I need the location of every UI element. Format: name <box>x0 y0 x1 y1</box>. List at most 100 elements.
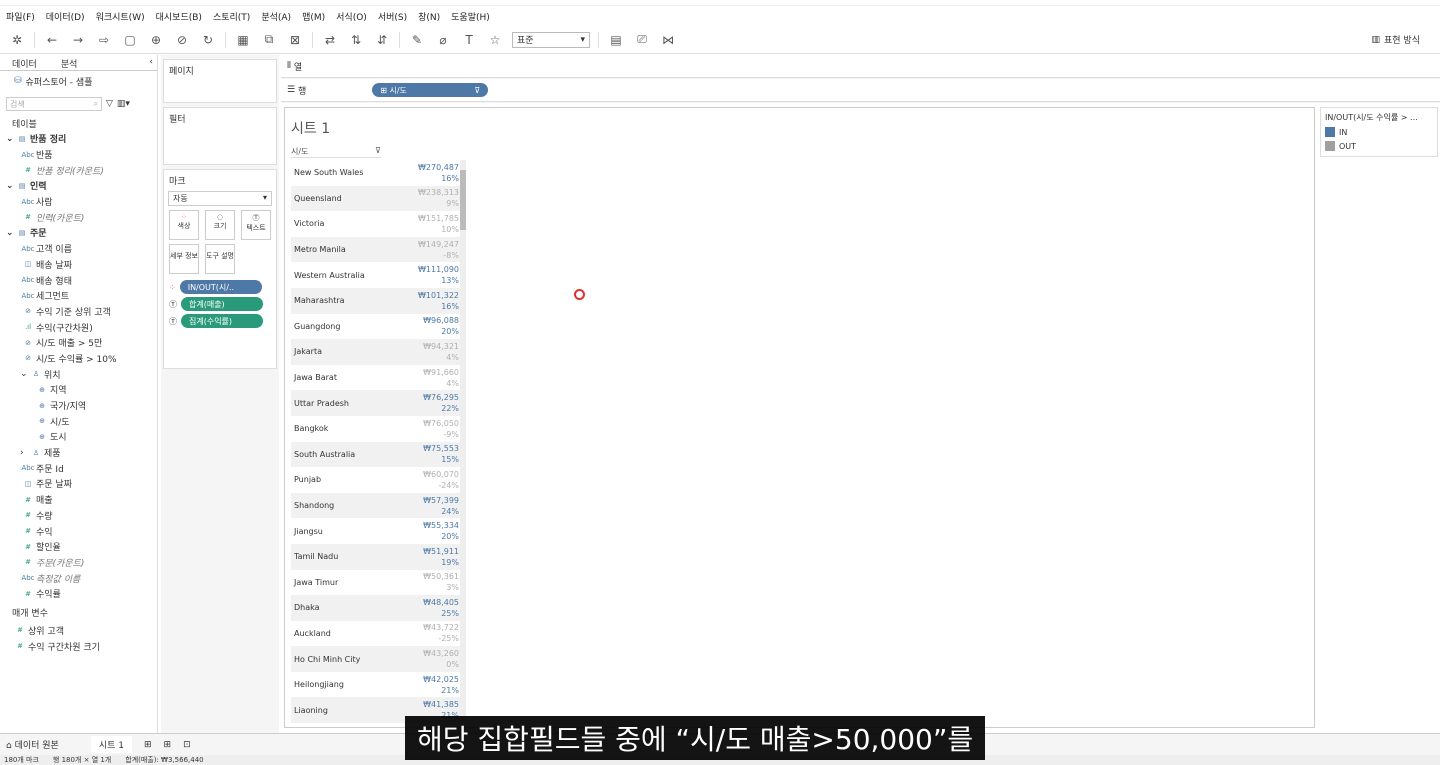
mark-values[interactable]: ₩43,722 -25% <box>423 622 463 644</box>
tableau-logo-icon[interactable]: ✲ <box>8 33 26 47</box>
field-item[interactable]: ⊕ 국가/지역 <box>6 398 157 414</box>
tab-data[interactable]: 데이터 <box>0 55 49 70</box>
table-row[interactable]: Maharashtra ₩101,322 16% <box>291 287 463 314</box>
datasource-tab[interactable]: ⌂ 데이터 원본 <box>6 738 59 751</box>
mark-values[interactable]: ₩76,295 22% <box>423 392 463 414</box>
pause-update-icon[interactable]: ⊘ <box>173 33 191 47</box>
mark-values[interactable]: ₩101,322 16% <box>418 290 463 312</box>
show-me-button[interactable]: ▥ 표현 방식 <box>1372 33 1421 47</box>
table-row[interactable]: Dhaka ₩48,405 25% <box>291 595 463 621</box>
chevron-icon[interactable]: ⌄ <box>6 134 14 144</box>
size-button[interactable]: ◌ 크기 <box>205 210 235 240</box>
tooltip-button[interactable]: 도구 설명 <box>205 244 235 274</box>
field-item[interactable]: ⊕ 지역 <box>6 382 157 398</box>
new-worksheet-icon[interactable]: ▦ <box>234 33 252 47</box>
table-row[interactable]: Ho Chi Minh City ₩43,260 0% <box>291 646 463 672</box>
mark-values[interactable]: ₩48,405 25% <box>423 597 463 619</box>
field-item[interactable]: # 할인율 <box>6 539 157 555</box>
field-item[interactable]: # 주문(카운트) <box>6 555 157 571</box>
mark-values[interactable]: ₩60,070 -24% <box>423 469 463 491</box>
mark-values[interactable]: ₩50,361 3% <box>423 571 463 593</box>
mark-values[interactable]: ₩91,660 4% <box>423 367 463 389</box>
field-item[interactable]: Abc 고객 이름 <box>6 241 157 257</box>
field-item[interactable]: # 인력(카운트) <box>6 209 157 225</box>
sort-ascending-icon[interactable]: ⇅ <box>347 33 365 47</box>
fix-axes-icon[interactable]: ☆ <box>486 33 504 47</box>
table-row[interactable]: Jawa Timur ₩50,361 3% <box>291 570 463 596</box>
undo-icon[interactable]: ← <box>43 33 61 47</box>
tab-analysis[interactable]: 분석 <box>49 55 90 70</box>
chevron-icon[interactable]: ⌄ <box>6 228 14 238</box>
scroll-thumb[interactable] <box>460 170 466 230</box>
mark-values[interactable]: ₩238,313 9% <box>418 187 463 209</box>
sheet-tab[interactable]: 시트 1 <box>90 736 132 753</box>
sort-descending-icon[interactable]: ⇵ <box>373 33 391 47</box>
mark-values[interactable]: ₩151,785 10% <box>418 213 463 235</box>
row-pill-state[interactable]: ⊞ 시/도 ⊽ <box>372 83 489 97</box>
table-row[interactable]: Western Australia ₩111,090 13% <box>291 262 463 288</box>
menu-item[interactable]: 분석(A) <box>261 10 291 23</box>
table-row[interactable]: Metro Manila ₩149,247 -8% <box>291 236 463 263</box>
parameter-item[interactable]: # 상위 고객 <box>12 623 157 639</box>
redo-icon[interactable]: → <box>69 33 87 47</box>
table-row[interactable]: Jakarta ₩94,321 4% <box>291 339 463 365</box>
field-item[interactable]: Abc 사람 <box>6 194 157 210</box>
menu-item[interactable]: 스토리(T) <box>213 10 250 23</box>
field-item[interactable]: ⌄ ▤ 반품 정리 <box>6 131 157 147</box>
table-row[interactable]: Uttar Pradesh ₩76,295 22% <box>291 390 463 416</box>
table-row[interactable]: Jiangsu ₩55,334 20% <box>291 518 463 544</box>
table-row[interactable]: Victoria ₩151,785 10% <box>291 211 463 237</box>
legend-item-in[interactable]: IN <box>1325 127 1433 137</box>
menu-item[interactable]: 맵(M) <box>302 10 325 23</box>
new-dashboard-icon[interactable]: ⊞ <box>164 740 172 750</box>
show-cards-icon[interactable]: ▤ <box>607 33 625 47</box>
view-options-icon[interactable]: ▥▾ <box>117 99 130 109</box>
table-row[interactable]: Tamil Nadu ₩51,911 19% <box>291 543 463 570</box>
field-item[interactable]: ⊕ 도시 <box>6 429 157 445</box>
field-item[interactable]: › ♙ 제품 <box>6 445 157 461</box>
mark-values[interactable]: ₩57,399 24% <box>423 495 463 517</box>
menu-item[interactable]: 창(N) <box>418 10 440 23</box>
menu-item[interactable]: 파일(F) <box>6 10 35 23</box>
mark-values[interactable]: ₩149,247 -8% <box>418 239 463 261</box>
highlight-icon[interactable]: ✎ <box>408 33 426 47</box>
menu-item[interactable]: 서버(S) <box>378 10 407 23</box>
menu-item[interactable]: 서식(O) <box>336 10 367 23</box>
filter-icon[interactable]: ▽ <box>106 99 113 109</box>
fit-dropdown[interactable]: 표준 ▾ <box>512 31 590 48</box>
field-item[interactable]: ⌄ ▤ 인력 <box>6 178 157 194</box>
field-item[interactable]: ⊘ 시/도 매출 > 5만 <box>6 335 157 351</box>
new-datasource-icon[interactable]: ⊕ <box>147 33 165 47</box>
pill-sum-sales[interactable]: 합계(매출) <box>181 297 263 311</box>
new-story-icon[interactable]: ⊡ <box>183 740 191 750</box>
labels-icon[interactable]: T <box>460 33 478 47</box>
collapse-icon[interactable]: ‹ <box>137 55 157 70</box>
mark-values[interactable]: ₩94,321 4% <box>423 341 463 363</box>
mark-values[interactable]: ₩55,334 20% <box>423 520 463 542</box>
table-row[interactable]: Shandong ₩57,399 24% <box>291 492 463 519</box>
column-header[interactable]: 시/도 ⊽ <box>291 146 381 158</box>
table-row[interactable]: New South Wales ₩270,487 16% <box>291 160 463 186</box>
field-item[interactable]: ⊘ 수익 기준 상위 고객 <box>6 304 157 320</box>
color-button[interactable]: ⁘ 색상 <box>169 210 199 240</box>
chevron-icon[interactable]: ⌄ <box>6 181 14 191</box>
table-row[interactable]: Heilongjiang ₩42,025 21% <box>291 672 463 698</box>
scrollbar[interactable] <box>460 160 466 720</box>
pill-in-out[interactable]: IN/OUT(시/.. <box>179 280 262 294</box>
table-row[interactable]: Bangkok ₩76,050 -9% <box>291 416 463 442</box>
menu-item[interactable]: 데이터(D) <box>46 10 85 23</box>
menu-item[interactable]: 도움말(H) <box>451 10 490 23</box>
field-item[interactable]: Abc 주문 Id <box>6 460 157 476</box>
mark-values[interactable]: ₩270,487 16% <box>418 162 463 184</box>
chevron-icon[interactable]: ⌄ <box>20 369 28 379</box>
group-icon[interactable]: ⌀ <box>434 33 452 47</box>
save-icon[interactable]: ▢ <box>121 33 139 47</box>
sort-icon[interactable]: ⊽ <box>375 146 381 155</box>
clear-sheet-icon[interactable]: ⊠ <box>286 33 304 47</box>
chevron-icon[interactable]: › <box>20 448 28 458</box>
mark-values[interactable]: ₩51,911 19% <box>423 546 463 568</box>
text-button[interactable]: Ⓣ 텍스트 <box>241 210 271 240</box>
field-item[interactable]: Abc 반품 <box>6 147 157 163</box>
duplicate-icon[interactable]: ⧉ <box>260 32 278 47</box>
field-item[interactable]: ◫ 배송 날짜 <box>6 257 157 273</box>
